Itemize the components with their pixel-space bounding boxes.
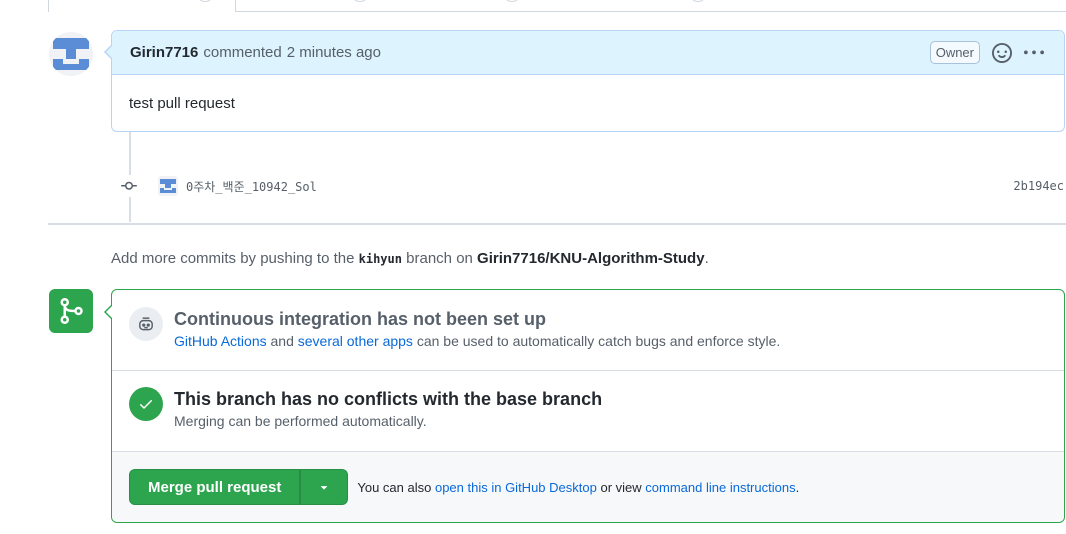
comment-body: test pull request xyxy=(129,95,235,112)
active-tab-edge xyxy=(48,0,236,12)
open-github-desktop-link[interactable]: open this in GitHub Desktop xyxy=(435,480,597,495)
comment-timestamp-link[interactable]: 2 minutes ago xyxy=(287,44,381,61)
git-merge-icon xyxy=(49,289,93,333)
triangle-down-icon[interactable] xyxy=(300,469,349,505)
merge-note-prefix: You can also xyxy=(357,479,432,495)
head-branch-name: kihyun xyxy=(358,252,402,266)
author-avatar[interactable] xyxy=(49,32,93,76)
comment-author-link[interactable]: Girin7716 xyxy=(130,44,198,61)
commit-message-link[interactable]: 0주차_백준_10942_Sol xyxy=(186,178,317,195)
tab-strip-remnant xyxy=(48,0,1066,12)
conflicts-title: This branch has no conflicts with the ba… xyxy=(174,389,603,409)
check-icon xyxy=(129,387,163,421)
smiley-icon[interactable] xyxy=(992,42,1012,63)
ci-section: Continuous integration has not been set … xyxy=(112,290,1064,371)
commit-sha-link[interactable]: 2b194ec xyxy=(1013,179,1064,193)
git-commit-icon xyxy=(118,175,140,197)
owner-badge: Owner xyxy=(929,41,980,64)
add-commits-suffix: . xyxy=(704,250,709,267)
tab-counter-remnant xyxy=(689,0,707,2)
robot-icon xyxy=(129,307,163,341)
commit-author-avatar[interactable] xyxy=(158,176,178,196)
github-actions-link[interactable]: GitHub Actions xyxy=(174,333,267,349)
tab-counter-remnant xyxy=(503,0,521,2)
ci-and: and xyxy=(270,333,294,349)
comment-action: commented xyxy=(203,44,282,61)
kebab-horizontal-icon[interactable] xyxy=(1022,43,1046,63)
identicon-icon xyxy=(158,176,178,196)
ci-text: Continuous integration has not been set … xyxy=(174,308,780,349)
identicon-icon xyxy=(49,32,93,76)
command-line-instructions-link[interactable]: command line instructions xyxy=(645,480,795,495)
add-commits-hint: Add more commits by pushing to the kihyu… xyxy=(111,250,709,267)
merge-action-section: Merge pull request You can also open thi… xyxy=(112,452,1064,522)
conflicts-text: This branch has no conflicts with the ba… xyxy=(174,388,602,429)
merge-note-suffix: . xyxy=(795,479,800,495)
merge-alternatives-note: You can also open this in GitHub Desktop… xyxy=(357,480,799,495)
ci-title: Continuous integration has not been set … xyxy=(174,309,546,329)
merge-note-middle: or view xyxy=(600,479,642,495)
commit-row: 0주차_백준_10942_Sol 2b194ec xyxy=(118,173,1066,199)
conflicts-description: Merging can be performed automatically. xyxy=(174,413,427,429)
add-commits-prefix: Add more commits by pushing to the xyxy=(111,250,355,267)
ci-rest: can be used to automatically catch bugs … xyxy=(416,333,781,349)
comment-header-actions: Owner xyxy=(929,41,1046,64)
other-apps-link[interactable]: several other apps xyxy=(298,333,413,349)
conflicts-section: This branch has no conflicts with the ba… xyxy=(112,371,1064,452)
repo-link[interactable]: Girin7716/KNU-Algorithm-Study xyxy=(477,250,705,267)
merge-pull-request-button[interactable]: Merge pull request xyxy=(129,469,301,505)
merge-button-group: Merge pull request xyxy=(129,469,349,505)
add-commits-middle: branch on xyxy=(406,250,473,267)
timeline-divider xyxy=(48,223,1066,225)
ci-description: GitHub Actions and several other apps ca… xyxy=(174,333,780,349)
comment-header: Girin7716 commented 2 minutes ago Owner xyxy=(112,31,1064,75)
pr-description-comment: Girin7716 commented 2 minutes ago Owner … xyxy=(104,30,1065,132)
tab-counter-remnant xyxy=(351,0,369,2)
merge-box: Continuous integration has not been set … xyxy=(104,289,1065,523)
